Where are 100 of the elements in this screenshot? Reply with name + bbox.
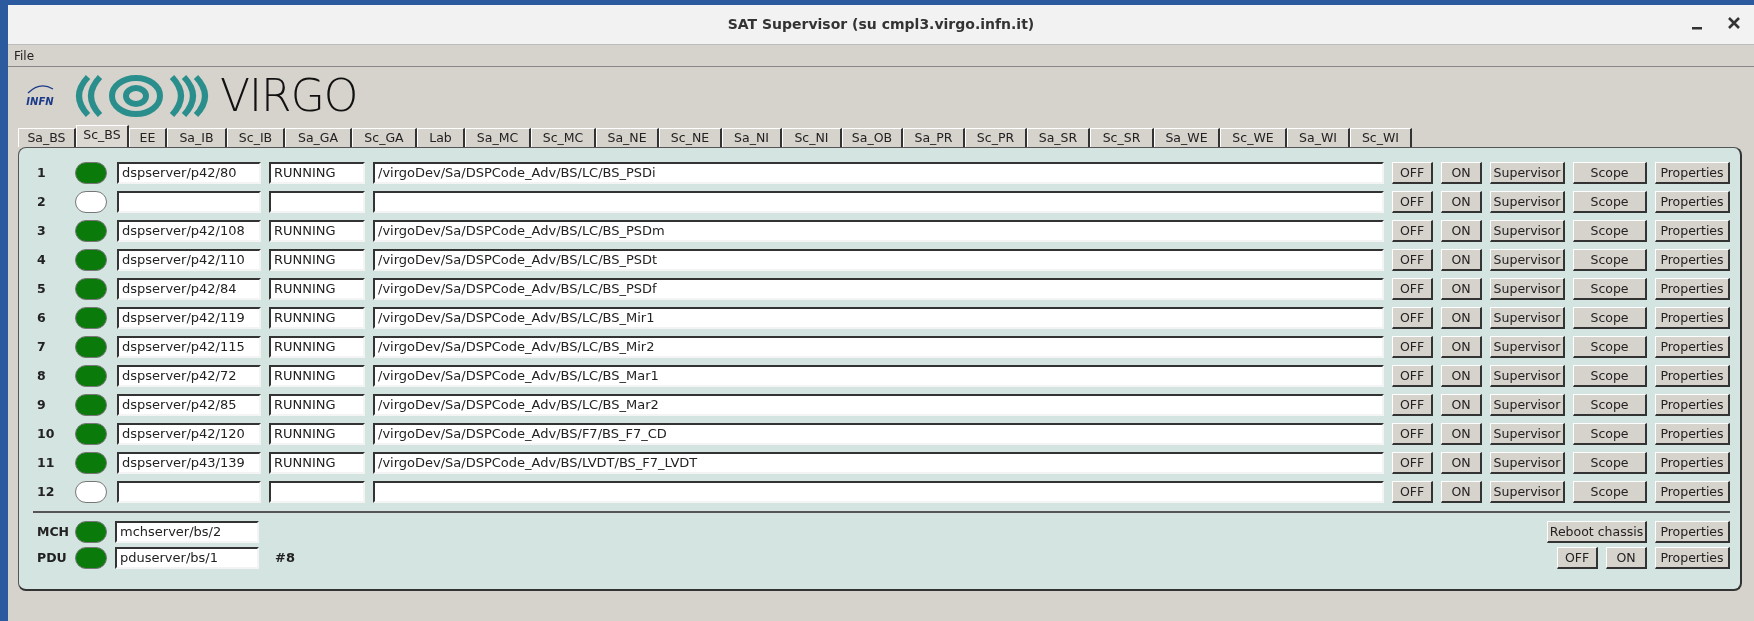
- status-field[interactable]: RUNNING: [269, 162, 365, 184]
- status-field[interactable]: [269, 481, 365, 503]
- path-field[interactable]: /virgoDev/Sa/DSPCode_Adv/BS/LC/BS_Mir2: [373, 336, 1384, 358]
- action-button[interactable]: OFF: [1557, 547, 1598, 569]
- path-field[interactable]: /virgoDev/Sa/DSPCode_Adv/BS/LC/BS_PSDi: [373, 162, 1384, 184]
- action-button[interactable]: Properties: [1655, 547, 1730, 569]
- action-button[interactable]: Supervisor: [1490, 191, 1565, 213]
- status-field[interactable]: RUNNING: [269, 394, 365, 416]
- action-button[interactable]: Supervisor: [1490, 394, 1565, 416]
- action-button[interactable]: Scope: [1573, 220, 1647, 242]
- status-field[interactable]: RUNNING: [269, 365, 365, 387]
- path-field[interactable]: /virgoDev/Sa/DSPCode_Adv/BS/LC/BS_Mar2: [373, 394, 1384, 416]
- action-button[interactable]: OFF: [1392, 365, 1433, 387]
- path-field[interactable]: [373, 481, 1384, 503]
- path-field[interactable]: /virgoDev/Sa/DSPCode_Adv/BS/LC/BS_PSDf: [373, 278, 1384, 300]
- action-button[interactable]: ON: [1441, 452, 1482, 474]
- action-button[interactable]: Scope: [1573, 452, 1647, 474]
- action-button[interactable]: OFF: [1392, 191, 1433, 213]
- tab[interactable]: Lab: [417, 128, 465, 147]
- tab[interactable]: Sa_PR: [903, 128, 965, 147]
- action-button[interactable]: OFF: [1392, 162, 1433, 184]
- tab[interactable]: Sa_IB: [167, 128, 227, 147]
- action-button[interactable]: Properties: [1655, 220, 1730, 242]
- action-button[interactable]: Supervisor: [1490, 278, 1565, 300]
- host-field[interactable]: [117, 191, 261, 213]
- host-field[interactable]: dspserver/p42/110: [117, 249, 261, 271]
- tab[interactable]: Sa_NE: [596, 128, 659, 147]
- action-button[interactable]: ON: [1441, 162, 1482, 184]
- action-button[interactable]: ON: [1441, 307, 1482, 329]
- path-field[interactable]: /virgoDev/Sa/DSPCode_Adv/BS/LC/BS_PSDt: [373, 249, 1384, 271]
- tab[interactable]: EE: [129, 128, 167, 147]
- host-field[interactable]: [117, 481, 261, 503]
- action-button[interactable]: Properties: [1655, 423, 1730, 445]
- action-button[interactable]: Properties: [1655, 452, 1730, 474]
- tab[interactable]: Sc_WI: [1350, 128, 1412, 147]
- host-field[interactable]: dspserver/p42/119: [117, 307, 261, 329]
- action-button[interactable]: Scope: [1573, 423, 1647, 445]
- action-button[interactable]: Supervisor: [1490, 365, 1565, 387]
- action-button[interactable]: OFF: [1392, 394, 1433, 416]
- status-field[interactable]: RUNNING: [269, 249, 365, 271]
- status-field[interactable]: [269, 191, 365, 213]
- tab[interactable]: Sa_WE: [1154, 128, 1220, 147]
- action-button[interactable]: Supervisor: [1490, 452, 1565, 474]
- action-button[interactable]: Supervisor: [1490, 336, 1565, 358]
- action-button[interactable]: Scope: [1573, 394, 1647, 416]
- action-button[interactable]: Supervisor: [1490, 220, 1565, 242]
- action-button[interactable]: Properties: [1655, 336, 1730, 358]
- action-button[interactable]: OFF: [1392, 423, 1433, 445]
- action-button[interactable]: Supervisor: [1490, 423, 1565, 445]
- action-button[interactable]: ON: [1441, 191, 1482, 213]
- tab[interactable]: Sa_BS: [18, 128, 76, 147]
- path-field[interactable]: /virgoDev/Sa/DSPCode_Adv/BS/F7/BS_F7_CD: [373, 423, 1384, 445]
- action-button[interactable]: Scope: [1573, 307, 1647, 329]
- tab[interactable]: Sa_GA: [285, 128, 352, 147]
- action-button[interactable]: Scope: [1573, 162, 1647, 184]
- tab[interactable]: Sa_SR: [1027, 128, 1090, 147]
- action-button[interactable]: Scope: [1573, 481, 1647, 503]
- host-field[interactable]: dspserver/p42/84: [117, 278, 261, 300]
- action-button[interactable]: ON: [1441, 481, 1482, 503]
- action-button[interactable]: Properties: [1655, 394, 1730, 416]
- action-button[interactable]: OFF: [1392, 452, 1433, 474]
- action-button[interactable]: ON: [1441, 220, 1482, 242]
- host-field[interactable]: dspserver/p42/108: [117, 220, 261, 242]
- host-field[interactable]: dspserver/p42/120: [117, 423, 261, 445]
- tab[interactable]: Sc_MC: [531, 128, 596, 147]
- action-button[interactable]: Supervisor: [1490, 307, 1565, 329]
- path-field[interactable]: /virgoDev/Sa/DSPCode_Adv/BS/LC/BS_PSDm: [373, 220, 1384, 242]
- action-button[interactable]: Supervisor: [1490, 249, 1565, 271]
- action-button[interactable]: OFF: [1392, 307, 1433, 329]
- tab[interactable]: Sc_PR: [965, 128, 1027, 147]
- host-field[interactable]: dspserver/p42/72: [117, 365, 261, 387]
- action-button[interactable]: Scope: [1573, 336, 1647, 358]
- tab[interactable]: Sc_NI: [782, 128, 842, 147]
- action-button[interactable]: OFF: [1392, 278, 1433, 300]
- action-button[interactable]: ON: [1441, 278, 1482, 300]
- action-button[interactable]: Properties: [1655, 365, 1730, 387]
- host-field[interactable]: mchserver/bs/2: [115, 521, 259, 543]
- action-button[interactable]: Scope: [1573, 278, 1647, 300]
- status-field[interactable]: RUNNING: [269, 336, 365, 358]
- action-button[interactable]: Scope: [1573, 249, 1647, 271]
- action-button[interactable]: OFF: [1392, 220, 1433, 242]
- action-button[interactable]: Scope: [1573, 365, 1647, 387]
- action-button[interactable]: OFF: [1392, 336, 1433, 358]
- action-button[interactable]: Properties: [1655, 191, 1730, 213]
- action-button[interactable]: Properties: [1655, 481, 1730, 503]
- status-field[interactable]: RUNNING: [269, 452, 365, 474]
- action-button[interactable]: Supervisor: [1490, 162, 1565, 184]
- action-button[interactable]: ON: [1441, 249, 1482, 271]
- action-button[interactable]: Properties: [1655, 307, 1730, 329]
- tab[interactable]: Sc_GA: [352, 128, 417, 147]
- action-button[interactable]: Properties: [1655, 278, 1730, 300]
- action-button[interactable]: ON: [1441, 394, 1482, 416]
- path-field[interactable]: /virgoDev/Sa/DSPCode_Adv/BS/LC/BS_Mir1: [373, 307, 1384, 329]
- tab[interactable]: Sc_NE: [659, 128, 722, 147]
- action-button[interactable]: OFF: [1392, 481, 1433, 503]
- tab[interactable]: Sa_OB: [842, 128, 903, 147]
- action-button[interactable]: Properties: [1655, 162, 1730, 184]
- tab[interactable]: Sc_SR: [1090, 128, 1154, 147]
- host-field[interactable]: pduserver/bs/1: [115, 547, 259, 569]
- menu-item[interactable]: File: [12, 46, 37, 65]
